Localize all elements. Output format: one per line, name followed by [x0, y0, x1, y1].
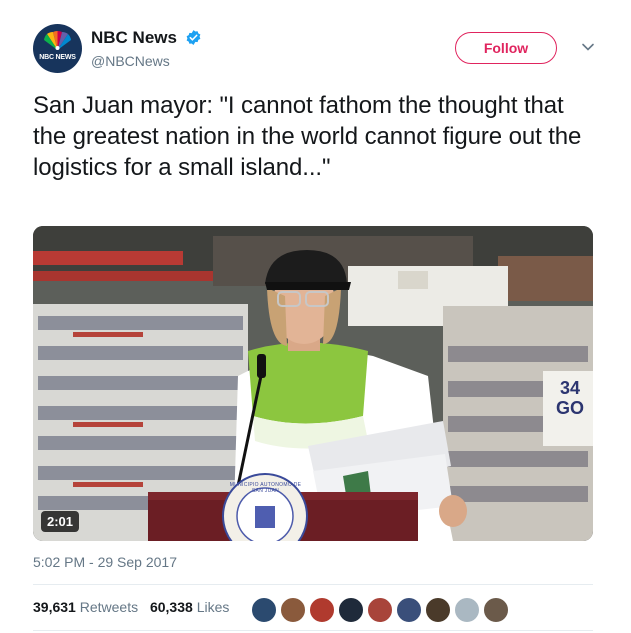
likes-count: 60,338 — [149, 599, 193, 615]
liker-avatar[interactable] — [366, 596, 394, 624]
tweet-header: NBC NEWS NBC News @NBCNews Follow — [33, 24, 603, 76]
likes-label: Likes — [196, 599, 230, 615]
chevron-down-icon[interactable] — [581, 40, 595, 54]
retweets-stat[interactable]: 39,631 Retweets — [33, 599, 150, 615]
liker-avatar[interactable] — [453, 596, 481, 624]
liker-avatar[interactable] — [308, 596, 336, 624]
divider-top — [33, 584, 593, 585]
author-names: NBC News @NBCNews — [91, 28, 202, 69]
video-duration: 2:01 — [41, 511, 80, 532]
avatar-label: NBC NEWS — [39, 54, 76, 61]
liker-avatar[interactable] — [337, 596, 365, 624]
author-display-name[interactable]: NBC News — [91, 28, 177, 48]
engagement-stats: 39,631 Retweets 60,338 Likes — [33, 599, 237, 615]
tweet-text: San Juan mayor: "I cannot fathom the tho… — [33, 92, 582, 181]
liker-avatar[interactable] — [279, 596, 307, 624]
divider-bottom — [33, 630, 593, 631]
retweets-count: 39,631 — [33, 599, 76, 615]
video-frame — [33, 226, 593, 541]
liker-avatar[interactable] — [482, 596, 510, 624]
likes-stat[interactable]: 60,338 Likes — [150, 599, 237, 615]
video-player[interactable]: 34 GO MUNICIPIO AUTONOMO DE SAN JUAN 2:0… — [33, 226, 593, 541]
sign-text: 34 GO — [548, 378, 592, 418]
liker-avatar[interactable] — [395, 596, 423, 624]
liker-avatar[interactable] — [424, 596, 452, 624]
seal-text: MUNICIPIO AUTONOMO DE SAN JUAN — [229, 482, 302, 494]
author-avatar[interactable]: NBC NEWS — [33, 24, 82, 73]
follow-button[interactable]: Follow — [455, 32, 557, 64]
peacock-logo-icon — [44, 30, 71, 50]
tweet-timestamp[interactable]: 5:02 PM - 29 Sep 2017 — [33, 554, 177, 570]
sign-text-word: GO — [555, 398, 584, 418]
liker-avatar[interactable] — [250, 596, 278, 624]
verified-badge-icon — [187, 30, 201, 45]
author-handle[interactable]: @NBCNews — [91, 53, 202, 69]
sign-text-number: 34 — [559, 378, 581, 398]
retweets-label: Retweets — [79, 599, 139, 615]
